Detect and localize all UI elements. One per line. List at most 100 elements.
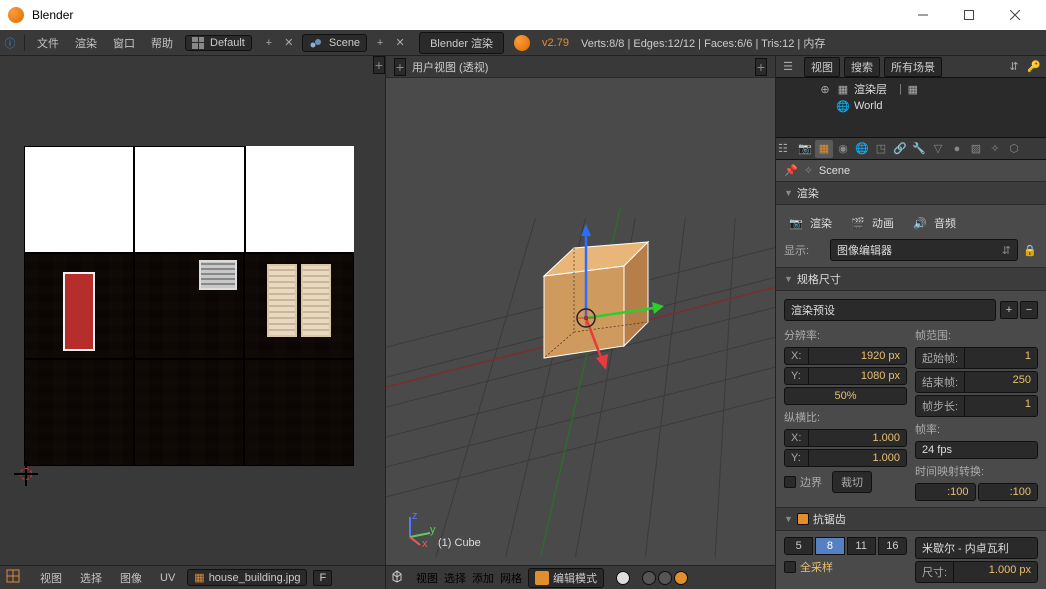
- tab-particles[interactable]: ✧: [986, 140, 1004, 158]
- panel-render-header[interactable]: ▼渲染: [776, 181, 1046, 205]
- image-pin-button[interactable]: F: [313, 570, 332, 586]
- 3d-view-canvas[interactable]: z y x (1) Cube: [386, 78, 775, 565]
- uv-header: 视图 选择 图像 UV ▦ house_building.jpg F: [0, 565, 385, 589]
- aspect-y-field[interactable]: Y:1.000: [784, 449, 907, 467]
- uv-editor-type-icon[interactable]: [4, 569, 22, 586]
- uv-toolshelf-handle[interactable]: +: [373, 56, 385, 74]
- transform-manipulator[interactable]: [546, 218, 666, 388]
- render-audio-button[interactable]: 🔊音频: [908, 213, 960, 233]
- tab-object[interactable]: ◳: [872, 140, 890, 158]
- image-datablock-selector[interactable]: ▦ house_building.jpg: [187, 569, 307, 586]
- 3d-menu-view[interactable]: 视图: [416, 570, 438, 586]
- 3d-editor-type-icon[interactable]: [390, 569, 404, 586]
- framerate-selector[interactable]: 24 fps: [915, 441, 1038, 459]
- outliner-filter-icon[interactable]: ⇵: [1006, 60, 1022, 73]
- 3d-view-header: 视图 选择 添加 网格 编辑模式: [386, 565, 775, 589]
- uv-2d-cursor[interactable]: [14, 462, 38, 486]
- tab-modifiers[interactable]: 🔧: [910, 140, 928, 158]
- aa-8-button[interactable]: 8: [815, 537, 844, 555]
- info-editor-icon[interactable]: ⓘ: [0, 35, 20, 51]
- crop-button[interactable]: 裁切: [832, 471, 872, 493]
- frame-start-field[interactable]: 起始帧:1: [915, 347, 1038, 369]
- scene-selector[interactable]: Scene: [302, 34, 367, 52]
- select-edge-button[interactable]: [658, 571, 672, 585]
- tab-physics[interactable]: ⬡: [1005, 140, 1023, 158]
- remap-new-field[interactable]: :100: [978, 483, 1039, 501]
- menu-file[interactable]: 文件: [29, 35, 67, 51]
- menu-render[interactable]: 渲染: [67, 35, 105, 51]
- aa-enable-checkbox[interactable]: [797, 513, 809, 525]
- 3d-menu-mesh[interactable]: 网格: [500, 570, 522, 586]
- uv-menu-view[interactable]: 视图: [34, 570, 68, 586]
- tab-data[interactable]: ▽: [929, 140, 947, 158]
- tab-constraints[interactable]: 🔗: [891, 140, 909, 158]
- remap-old-field[interactable]: :100: [915, 483, 976, 501]
- border-checkbox[interactable]: [784, 476, 796, 488]
- fullsample-checkbox[interactable]: [784, 561, 796, 573]
- preset-remove-button[interactable]: −: [1020, 301, 1038, 319]
- aa-16-button[interactable]: 16: [878, 537, 907, 555]
- aa-filter-selector[interactable]: 米歇尔 - 内卓瓦利: [915, 537, 1038, 559]
- 3d-properties-handle[interactable]: +: [755, 58, 767, 76]
- lock-icon[interactable]: 🔒: [1022, 244, 1038, 257]
- maximize-button[interactable]: [946, 0, 992, 30]
- outliner-tree[interactable]: ⊕ ▦ 渲染层 | ▦ 🌐 World: [776, 78, 1046, 137]
- render-engine-selector[interactable]: Blender 渲染: [419, 32, 504, 54]
- outliner-editor-icon[interactable]: ☰: [780, 60, 796, 73]
- render-preset-selector[interactable]: 渲染预设: [784, 299, 996, 321]
- scene-remove-button[interactable]: ✕: [393, 36, 407, 49]
- panel-dimensions-header[interactable]: ▼规格尺寸: [776, 267, 1046, 291]
- outliner-menu-search[interactable]: 搜索: [844, 57, 880, 77]
- menu-help[interactable]: 帮助: [143, 35, 181, 51]
- layout-remove-button[interactable]: ✕: [282, 36, 296, 49]
- render-anim-button[interactable]: 🎬动画: [846, 213, 898, 233]
- select-vertex-button[interactable]: [642, 571, 656, 585]
- renderlayer-item-icon[interactable]: ▦: [906, 82, 920, 96]
- render-still-button[interactable]: 📷渲染: [784, 213, 836, 233]
- screen-layout-selector[interactable]: Default: [185, 35, 252, 51]
- outliner-menu-view[interactable]: 视图: [804, 57, 840, 77]
- resolution-x-field[interactable]: X:1920 px: [784, 347, 907, 365]
- uv-canvas[interactable]: +: [0, 56, 385, 565]
- aspect-label: 纵横比:: [784, 407, 907, 427]
- shading-mode-button[interactable]: [616, 571, 630, 585]
- 3d-menu-add[interactable]: 添加: [472, 570, 494, 586]
- display-mode-selector[interactable]: 图像编辑器⇵: [830, 239, 1018, 261]
- panel-aa-header[interactable]: ▼抗锯齿: [776, 507, 1046, 531]
- uv-menu-select[interactable]: 选择: [74, 570, 108, 586]
- resolution-pct-field[interactable]: 50%: [784, 387, 907, 405]
- panel-dimensions-body: 渲染预设 +− 分辨率: X:1920 px Y:1080 px 50% 纵横比…: [776, 291, 1046, 507]
- scene-add-button[interactable]: +: [373, 37, 387, 49]
- outliner-display-mode[interactable]: 所有场景: [884, 57, 942, 77]
- uv-menu-image[interactable]: 图像: [114, 570, 148, 586]
- aa-size-field[interactable]: 尺寸:1.000 px: [915, 561, 1038, 583]
- tab-world[interactable]: 🌐: [853, 140, 871, 158]
- 3d-menu-select[interactable]: 选择: [444, 570, 466, 586]
- mode-selector[interactable]: 编辑模式: [528, 568, 604, 588]
- frame-step-field[interactable]: 帧步长:1: [915, 395, 1038, 417]
- layout-add-button[interactable]: +: [262, 37, 276, 49]
- close-button[interactable]: [992, 0, 1038, 30]
- aa-5-button[interactable]: 5: [784, 537, 813, 555]
- tab-render[interactable]: 📷: [796, 140, 814, 158]
- aa-11-button[interactable]: 11: [847, 537, 876, 555]
- tab-material[interactable]: ●: [948, 140, 966, 158]
- tab-scene[interactable]: ◉: [834, 140, 852, 158]
- 3d-toolshelf-handle[interactable]: +: [394, 58, 406, 76]
- menu-window[interactable]: 窗口: [105, 35, 143, 51]
- select-face-button[interactable]: [674, 571, 688, 585]
- pin-icon[interactable]: 📌: [784, 164, 798, 177]
- minimize-button[interactable]: [900, 0, 946, 30]
- expand-icon[interactable]: ⊕: [818, 82, 832, 96]
- outliner-key-icon[interactable]: 🔑: [1026, 60, 1042, 73]
- resolution-y-field[interactable]: Y:1080 px: [784, 367, 907, 385]
- tab-render-layers[interactable]: ▦: [815, 140, 833, 158]
- properties-editor-icon[interactable]: ☷: [778, 142, 794, 155]
- version-link[interactable]: v2.79: [534, 37, 577, 49]
- aspect-x-field[interactable]: X:1.000: [784, 429, 907, 447]
- uv-menu-uvs[interactable]: UV: [154, 572, 181, 584]
- tab-texture[interactable]: ▨: [967, 140, 985, 158]
- camera-icon: 📷: [788, 215, 804, 231]
- preset-add-button[interactable]: +: [1000, 301, 1018, 319]
- frame-end-field[interactable]: 结束帧:250: [915, 371, 1038, 393]
